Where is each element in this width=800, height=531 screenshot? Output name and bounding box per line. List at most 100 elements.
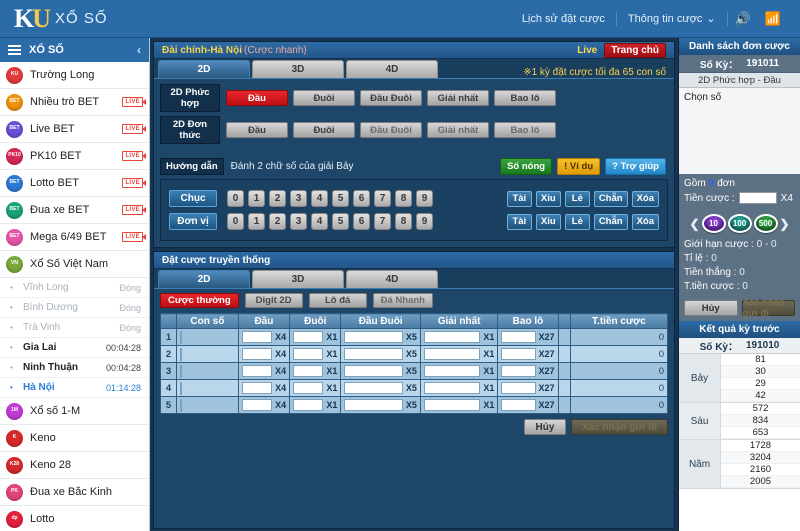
keypad-digit-2[interactable]: 2 xyxy=(269,213,286,230)
keypad-digit-8[interactable]: 8 xyxy=(395,190,412,207)
con-so-input[interactable] xyxy=(180,347,182,361)
bet-input[interactable] xyxy=(241,348,273,360)
bet-input[interactable] xyxy=(344,348,403,360)
sidebar-item-4[interactable]: BET Lotto BET LIVE xyxy=(0,170,149,197)
sidebar-region-1[interactable]: • Bình Dương Đóng xyxy=(0,298,149,318)
sidebar-item-0[interactable]: KU Trường Long xyxy=(0,62,149,89)
traditional-confirm-button[interactable]: Xác nhận gửi đi xyxy=(570,419,668,435)
chip-100[interactable]: 100 xyxy=(727,214,752,233)
mode-button-Đá Nhanh[interactable]: Đá Nhanh xyxy=(372,293,433,308)
quick-bet-tab-2D[interactable]: 2D xyxy=(158,60,250,78)
bet-input[interactable] xyxy=(293,399,324,411)
bet-input[interactable] xyxy=(293,365,324,377)
sidebar-item-5[interactable]: BET Đua xe BET LIVE xyxy=(0,197,149,224)
bet-history-link[interactable]: Lịch sử đặt cược xyxy=(511,13,616,25)
con-so-input[interactable] xyxy=(180,398,182,412)
bet-input[interactable] xyxy=(293,331,324,343)
bet-input[interactable] xyxy=(423,348,481,360)
amount-input[interactable] xyxy=(738,192,777,204)
chip-prev-arrow[interactable]: ❮ xyxy=(689,217,699,231)
bet-input[interactable] xyxy=(241,382,273,394)
mode-button-Cược thường[interactable]: Cược thường xyxy=(160,293,239,308)
traditional-cancel-button[interactable]: Hủy xyxy=(523,419,566,435)
sidebar-game-1[interactable]: K Keno xyxy=(0,425,149,452)
bet-option-Đầu Đuôi[interactable]: Đầu Đuôi xyxy=(360,90,422,106)
keypad-digit-4[interactable]: 4 xyxy=(311,213,328,230)
keypad-row-label[interactable]: Chục xyxy=(169,190,217,207)
keypad-digit-6[interactable]: 6 xyxy=(353,213,370,230)
traditional-tab-2D[interactable]: 2D xyxy=(158,270,250,288)
mode-button-Digit 2D[interactable]: Digit 2D xyxy=(244,293,303,308)
bet-slip-cancel-button[interactable]: Hủy xyxy=(684,300,738,316)
keypad-digit-7[interactable]: 7 xyxy=(374,213,391,230)
sidebar-header[interactable]: XỔ SỐ ‹ xyxy=(0,38,149,62)
keypad-digit-0[interactable]: 0 xyxy=(227,213,244,230)
bet-input[interactable] xyxy=(501,365,536,377)
keypad-digit-1[interactable]: 1 xyxy=(248,213,265,230)
bet-option-Bao lô[interactable]: Bao lô xyxy=(494,122,556,138)
sidebar-game-3[interactable]: PK Đua xe Bắc Kinh xyxy=(0,479,149,506)
bet-slip-confirm-button[interactable]: Xác nhận gửi đi xyxy=(741,297,795,319)
keypad-op-Lẻ[interactable]: Lẻ xyxy=(564,213,590,230)
bet-input[interactable] xyxy=(501,382,536,394)
quick-bet-tab-4D[interactable]: 4D xyxy=(346,60,438,78)
brand-logo[interactable]: KU XỔ SỐ xyxy=(0,5,148,32)
con-so-input[interactable] xyxy=(180,364,182,378)
bet-input[interactable] xyxy=(423,331,481,343)
sidebar-region-0[interactable]: • Vĩnh Long Đóng xyxy=(0,278,149,298)
bet-info-dropdown[interactable]: Thông tin cược ⌄ xyxy=(617,12,727,25)
sidebar-region-2[interactable]: • Trà Vinh Đóng xyxy=(0,318,149,338)
keypad-op-Chẵn[interactable]: Chẵn xyxy=(593,213,628,230)
sidebar-item-3[interactable]: PK10 PK10 BET LIVE xyxy=(0,143,149,170)
keypad-digit-5[interactable]: 5 xyxy=(332,190,349,207)
bet-input[interactable] xyxy=(293,382,324,394)
bet-input[interactable] xyxy=(423,382,481,394)
keypad-op-Chẵn[interactable]: Chẵn xyxy=(593,190,628,207)
bet-input[interactable] xyxy=(501,331,536,343)
bet-input[interactable] xyxy=(241,365,273,377)
chip-500[interactable]: 500 xyxy=(753,214,778,233)
sidebar-item-7[interactable]: VN Xổ Số Việt Nam xyxy=(0,251,149,278)
traditional-tab-3D[interactable]: 3D xyxy=(252,270,344,288)
bet-input[interactable] xyxy=(344,365,403,377)
bet-option-Giải nhất[interactable]: Giải nhất xyxy=(427,90,489,106)
sidebar-game-4[interactable]: dp Lotto xyxy=(0,506,149,531)
bet-input[interactable] xyxy=(241,331,273,343)
bet-option-Đầu[interactable]: Đầu xyxy=(226,90,288,106)
home-button[interactable]: Trang chủ xyxy=(604,42,666,58)
keypad-digit-0[interactable]: 0 xyxy=(227,190,244,207)
hamburger-icon[interactable] xyxy=(8,45,21,55)
keypad-op-Xỉu[interactable]: Xỉu xyxy=(535,213,561,230)
sound-icon[interactable]: 🔊 xyxy=(728,11,758,27)
sidebar-item-1[interactable]: BET Nhiều trò BET LIVE xyxy=(0,89,149,116)
bet-option-Đầu Đuôi[interactable]: Đầu Đuôi xyxy=(360,122,422,138)
bet-input[interactable] xyxy=(344,399,403,411)
keypad-digit-1[interactable]: 1 xyxy=(248,190,265,207)
sidebar-region-4[interactable]: • Ninh Thuận 00:04:28 xyxy=(0,358,149,378)
mode-button-Lô đá[interactable]: Lô đá xyxy=(308,293,367,308)
sidebar-game-0[interactable]: 1M Xổ số 1-M xyxy=(0,398,149,425)
bet-option-Giải nhất[interactable]: Giải nhất xyxy=(427,122,489,138)
bet-input[interactable] xyxy=(423,365,481,377)
traditional-tab-4D[interactable]: 4D xyxy=(346,270,438,288)
bet-input[interactable] xyxy=(423,399,481,411)
sidebar-region-5[interactable]: • Hà Nội 01:14:28 xyxy=(0,378,149,398)
signal-icon[interactable]: 📶 xyxy=(758,11,788,27)
chip-10[interactable]: 10 xyxy=(701,214,726,233)
keypad-digit-9[interactable]: 9 xyxy=(416,190,433,207)
sidebar-item-2[interactable]: BET Live BET LIVE xyxy=(0,116,149,143)
keypad-digit-2[interactable]: 2 xyxy=(269,190,286,207)
bet-option-Đuôi[interactable]: Đuôi xyxy=(293,122,355,138)
bet-option-Đầu[interactable]: Đầu xyxy=(226,122,288,138)
bet-option-Bao lô[interactable]: Bao lô xyxy=(494,90,556,106)
keypad-op-Xóa[interactable]: Xóa xyxy=(631,190,659,207)
guide-button-blue[interactable]: ? Trợ giúp xyxy=(605,158,666,175)
quick-bet-tab-3D[interactable]: 3D xyxy=(252,60,344,78)
guide-button-gold[interactable]: ! Ví dụ xyxy=(557,158,601,175)
bet-input[interactable] xyxy=(344,331,403,343)
keypad-row-label[interactable]: Đơn vị xyxy=(169,213,217,230)
keypad-digit-3[interactable]: 3 xyxy=(290,213,307,230)
keypad-op-Lẻ[interactable]: Lẻ xyxy=(564,190,590,207)
sidebar-region-3[interactable]: • Gia Lai 00:04:28 xyxy=(0,338,149,358)
guide-button-green[interactable]: Số nóng xyxy=(500,158,553,175)
